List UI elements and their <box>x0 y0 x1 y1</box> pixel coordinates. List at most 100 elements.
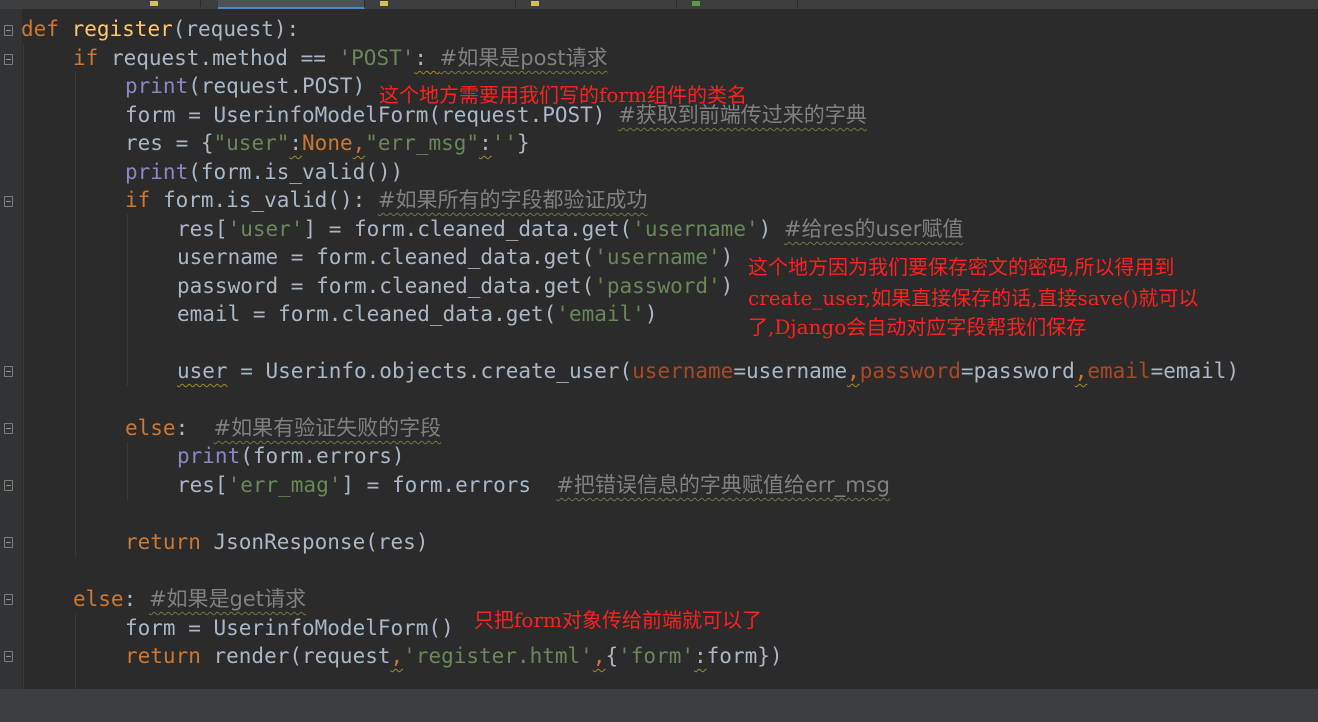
code-line[interactable]: def register(request): <box>21 15 299 43</box>
code-line[interactable]: if request.method == 'POST': #如果是post请求 <box>73 44 608 72</box>
code-line[interactable]: res = {"user":None,"err_msg":''} <box>125 129 530 157</box>
code-text: ) <box>720 274 734 298</box>
indent-guide <box>75 614 76 689</box>
code-comment: #如果是get请求 <box>148 587 306 611</box>
code-text: (form.is_valid()) <box>188 160 404 184</box>
string-literal: '' <box>491 131 518 155</box>
code-text: form = UserinfoModelForm() <box>125 616 454 640</box>
keyword: return <box>125 644 201 668</box>
code-line[interactable]: res['user'] = form.cleaned_data.get('use… <box>177 215 963 243</box>
code-text: res[ <box>177 217 228 241</box>
fold-marker-icon[interactable] <box>4 196 13 207</box>
code-comment: #如果有验证失败的字段 <box>213 416 442 440</box>
code-text: =email) <box>1150 359 1240 383</box>
code-text: , <box>847 359 860 383</box>
builtin: print <box>125 74 189 98</box>
fold-marker-icon[interactable] <box>4 25 13 36</box>
code-text: : <box>414 46 440 70</box>
code-text: : <box>289 131 303 155</box>
code-line[interactable]: return render(request,'register.html',{'… <box>125 642 783 670</box>
fold-marker-icon[interactable] <box>4 480 13 491</box>
string-literal: 'POST' <box>338 46 415 70</box>
code-line[interactable]: return JsonResponse(res) <box>125 528 428 556</box>
code-text: : <box>123 587 149 611</box>
keyword: return <box>125 530 201 554</box>
code-editor[interactable]: def register(request): if request.method… <box>0 0 1318 722</box>
string-literal: "err_msg" <box>365 131 480 155</box>
annotation-note: 只把form对象传给前端就可以了 <box>474 608 762 632</box>
fold-marker-icon[interactable] <box>4 651 13 662</box>
keyword: else <box>125 416 176 440</box>
string-literal: 'password' <box>594 274 721 298</box>
string-literal: 'email' <box>556 302 645 326</box>
keyword: else <box>73 587 124 611</box>
fold-marker-icon[interactable] <box>4 594 13 605</box>
code-line[interactable]: print(form.is_valid()) <box>125 158 403 186</box>
file-tab[interactable] <box>516 0 677 7</box>
string-literal: 'err_mag' <box>227 473 342 497</box>
fold-marker-icon[interactable] <box>4 423 13 434</box>
indent-guide <box>127 214 128 386</box>
code-text: request.method == <box>98 46 339 70</box>
code-text: username = form.cleaned_data.get( <box>177 245 595 269</box>
code-line[interactable]: else: #如果有验证失败的字段 <box>125 414 441 442</box>
file-tab-active[interactable] <box>218 0 365 9</box>
annotation-note: 这个地方需要用我们写的form组件的类名 <box>379 83 747 107</box>
keyword: if <box>125 188 151 212</box>
string-literal: 'user' <box>227 217 304 241</box>
string-literal: 'username' <box>632 217 759 241</box>
code-line[interactable]: form = UserinfoModelForm() <box>125 614 454 642</box>
indent-guide <box>75 72 76 557</box>
code-comment: #给res的user赋值 <box>783 217 964 241</box>
code-text: (request.POST) <box>188 74 366 98</box>
code-text: (form.errors) <box>240 444 405 468</box>
code-text: JsonResponse(res) <box>200 530 429 554</box>
code-line[interactable]: email = form.cleaned_data.get('email') <box>177 300 657 328</box>
code-text: user <box>177 359 228 383</box>
code-text: form}) <box>706 644 783 668</box>
code-text: =username <box>733 359 848 383</box>
file-tab[interactable] <box>677 0 798 7</box>
code-text: { <box>605 644 619 668</box>
code-line[interactable]: print(form.errors) <box>177 442 405 470</box>
keyword: if <box>73 46 99 70</box>
code-line[interactable]: print(request.POST) <box>125 72 365 100</box>
keyword: None <box>302 131 353 155</box>
code-line[interactable]: user = Userinfo.objects.create_user(user… <box>177 357 1239 385</box>
fold-marker-icon[interactable] <box>4 537 13 548</box>
builtin: print <box>125 160 189 184</box>
code-text: : <box>694 644 707 668</box>
file-tab[interactable] <box>0 0 201 7</box>
fold-marker-icon[interactable] <box>4 54 13 65</box>
code-text: res[ <box>177 473 228 497</box>
fold-marker-icon[interactable] <box>4 366 13 377</box>
keyword: def <box>21 17 59 41</box>
code-text: : <box>175 416 214 440</box>
file-tab[interactable] <box>365 0 516 7</box>
code-line[interactable]: password = form.cleaned_data.get('passwo… <box>177 272 733 300</box>
annotation-note: create_user,如果直接保存的话,直接save()就可以 <box>748 286 1199 310</box>
code-text: } <box>517 131 530 155</box>
code-text: = Userinfo.objects.create_user( <box>227 359 633 383</box>
code-line[interactable]: res['err_mag'] = form.errors #把错误信息的字典赋值… <box>177 471 890 499</box>
string-literal: 'register.html' <box>403 644 593 668</box>
code-comment: #如果所有的字段都验证成功 <box>377 188 648 212</box>
code-text: , <box>1074 359 1088 383</box>
editor-tab-bar <box>0 0 1318 9</box>
keyword-argument: username <box>632 359 734 383</box>
code-text: ] = form.cleaned_data.get( <box>303 217 633 241</box>
code-text: render(request <box>200 644 391 668</box>
code-text: ) <box>644 302 658 326</box>
code-line[interactable]: if form.is_valid(): #如果所有的字段都验证成功 <box>125 186 647 214</box>
editor-gutter <box>0 9 22 689</box>
keyword-argument: password <box>859 359 961 383</box>
code-line[interactable]: username = form.cleaned_data.get('userna… <box>177 243 733 271</box>
code-text: , <box>352 131 366 155</box>
annotation-note: 了,Django会自动对应字段帮我们保存 <box>748 315 1087 339</box>
string-literal: "user" <box>213 131 290 155</box>
string-literal: 'form' <box>618 644 694 668</box>
code-line[interactable]: else: #如果是get请求 <box>73 585 306 613</box>
code-text: ] = form.errors <box>341 473 557 497</box>
code-text: ) <box>758 217 784 241</box>
string-literal: 'username' <box>594 245 721 269</box>
